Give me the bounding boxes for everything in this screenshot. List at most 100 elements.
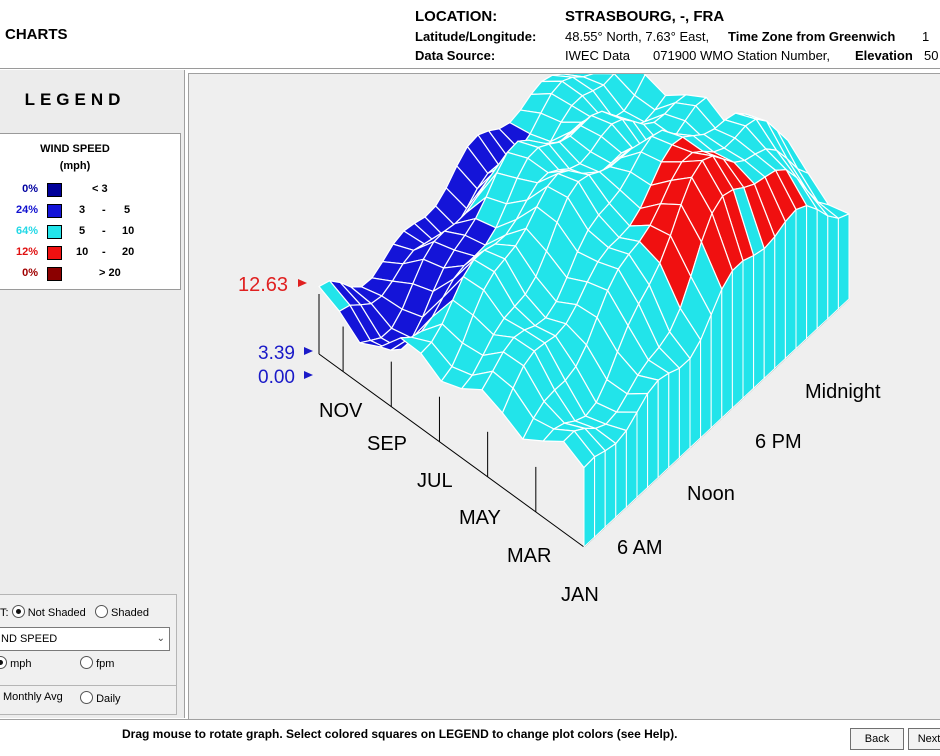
legend-pct: 64% xyxy=(15,225,38,237)
skirt-cell xyxy=(806,204,818,340)
station-value: 071900 WMO Station Number, xyxy=(653,48,831,63)
shaded-label: Shaded xyxy=(111,607,149,619)
back-button[interactable]: Back xyxy=(850,728,904,750)
month-label: SEP xyxy=(367,433,407,455)
hour-label: 6 PM xyxy=(755,431,802,453)
variable-select[interactable]: ND SPEED ⌄ xyxy=(0,627,170,651)
mph-radio[interactable] xyxy=(0,656,7,669)
legend-range-dash: - xyxy=(102,225,106,237)
legend-range-dash: - xyxy=(102,246,106,258)
next-button[interactable]: Next xyxy=(908,728,940,750)
daily-radio[interactable] xyxy=(80,691,93,704)
mph-label: mph xyxy=(10,658,32,670)
unit-row: mph xyxy=(0,656,31,670)
skirt-cell xyxy=(583,455,596,549)
chevron-down-icon: ⌄ xyxy=(156,633,165,644)
month-label: MAY xyxy=(459,507,501,529)
location-label: LOCATION: xyxy=(415,8,498,25)
legend-color-swatch[interactable] xyxy=(47,225,62,239)
legend-color-swatch[interactable] xyxy=(47,183,62,197)
latlong-value: 48.55° North, 7.63° East, xyxy=(565,29,710,44)
skirt-cell xyxy=(784,208,797,360)
monthly-avg-row: Monthly Avg xyxy=(3,691,63,703)
legend-range-low: < 3 xyxy=(92,183,108,195)
hour-label: 6 AM xyxy=(617,537,663,559)
timezone-label: Time Zone from Greenwich xyxy=(728,29,896,44)
legend-range-low: 3 xyxy=(79,204,86,216)
legend-pct: 0% xyxy=(22,183,38,195)
skirt-cell xyxy=(816,208,829,330)
legend-color-swatch[interactable] xyxy=(47,267,62,281)
skirt-cell xyxy=(795,204,808,350)
z-tick-marker xyxy=(298,279,307,287)
skirt-cell xyxy=(604,442,617,529)
legend-unit: (mph) xyxy=(59,160,91,172)
skirt-cell xyxy=(657,372,670,479)
skirt-cell xyxy=(668,367,680,469)
legend-title: LEGEND xyxy=(24,90,126,109)
timezone-value: 1 xyxy=(922,29,930,44)
skirt-cell xyxy=(647,378,659,489)
legend-range-high: 20 xyxy=(122,246,135,258)
month-label: MAR xyxy=(507,545,551,567)
skirt-cell xyxy=(837,213,850,311)
legend-range-low: 5 xyxy=(79,225,86,237)
legend-row: 12% 10 - 20 xyxy=(0,246,180,266)
legend-range-high: 5 xyxy=(124,204,131,216)
elevation-value: 50 xyxy=(924,48,939,63)
fpm-label: fpm xyxy=(96,658,115,670)
legend-row: 0% < 3 xyxy=(0,183,180,203)
source-value: IWEC Data xyxy=(565,48,631,63)
legend-range-low: > 20 xyxy=(99,267,121,279)
legend-color-swatch[interactable] xyxy=(47,246,62,260)
legend-variable: WIND SPEED xyxy=(40,143,110,155)
legend-row: 24% 3 - 5 xyxy=(0,204,180,224)
location-value: STRASBOURG, -, FRA xyxy=(565,8,725,25)
fpm-radio[interactable] xyxy=(80,656,93,669)
fpm-row: fpm xyxy=(80,656,114,670)
z-tick-label: 3.39 xyxy=(258,343,295,364)
z-tick-marker xyxy=(304,347,313,355)
skirt-cell xyxy=(731,259,744,410)
not-shaded-label: Not Shaded xyxy=(27,607,86,619)
month-label: JUL xyxy=(417,470,453,492)
legend-range-low: 10 xyxy=(76,246,89,258)
daily-row: Daily xyxy=(80,691,121,705)
skirt-cell xyxy=(721,268,733,420)
hour-label: Noon xyxy=(687,483,735,505)
skirt-cell xyxy=(774,220,786,370)
legend-pct: 0% xyxy=(22,267,38,279)
skirt-cell xyxy=(615,429,627,519)
legend-row: 64% 5 - 10 xyxy=(0,225,180,245)
skirt-cell xyxy=(594,449,606,539)
skirt-cell xyxy=(678,357,691,459)
z-tick-marker xyxy=(304,371,313,379)
z-tick-label: 12.63 xyxy=(238,274,288,296)
skirt-cell xyxy=(827,215,839,320)
month-label: NOV xyxy=(319,400,363,422)
plot-area[interactable]: 12.63 3.39 0.00 NOV SEP JUL MAY MAR JAN Midnight 6… xyxy=(188,56,940,719)
z-tick-label: 0.00 xyxy=(258,367,295,388)
month-label: JAN xyxy=(561,584,599,606)
shaded-radio[interactable] xyxy=(94,605,108,618)
legend-range-high: 10 xyxy=(122,225,135,237)
app-title: CHARTS xyxy=(5,26,68,43)
variable-select-value: ND SPEED xyxy=(1,633,58,645)
daily-label: Daily xyxy=(96,693,121,705)
legend-pct: 24% xyxy=(15,204,38,216)
skirt-cell xyxy=(742,254,755,400)
skirt-cell xyxy=(753,247,765,390)
legend-heading: WIND SPEED (mph) xyxy=(0,141,150,175)
latlong-label: Latitude/Longitude: xyxy=(415,29,537,44)
wind-speed-3d-chart[interactable]: 12.63 3.39 0.00 NOVSEP JUL MAY MAR JAN Midnight 6… xyxy=(189,56,940,719)
shading-row: T: Not Shaded Shaded xyxy=(0,605,149,619)
hour-label: Midnight xyxy=(805,381,881,403)
status-text: Drag mouse to rotate graph. Select color… xyxy=(122,727,678,741)
monthly-avg-label: Monthly Avg xyxy=(3,691,63,703)
skirt-cell xyxy=(763,235,776,380)
legend-range-dash: - xyxy=(102,204,106,216)
legend-pct: 12% xyxy=(15,246,38,258)
not-shaded-radio[interactable] xyxy=(11,605,25,618)
elevation-label: Elevation xyxy=(855,48,913,63)
legend-color-swatch[interactable] xyxy=(47,204,62,218)
